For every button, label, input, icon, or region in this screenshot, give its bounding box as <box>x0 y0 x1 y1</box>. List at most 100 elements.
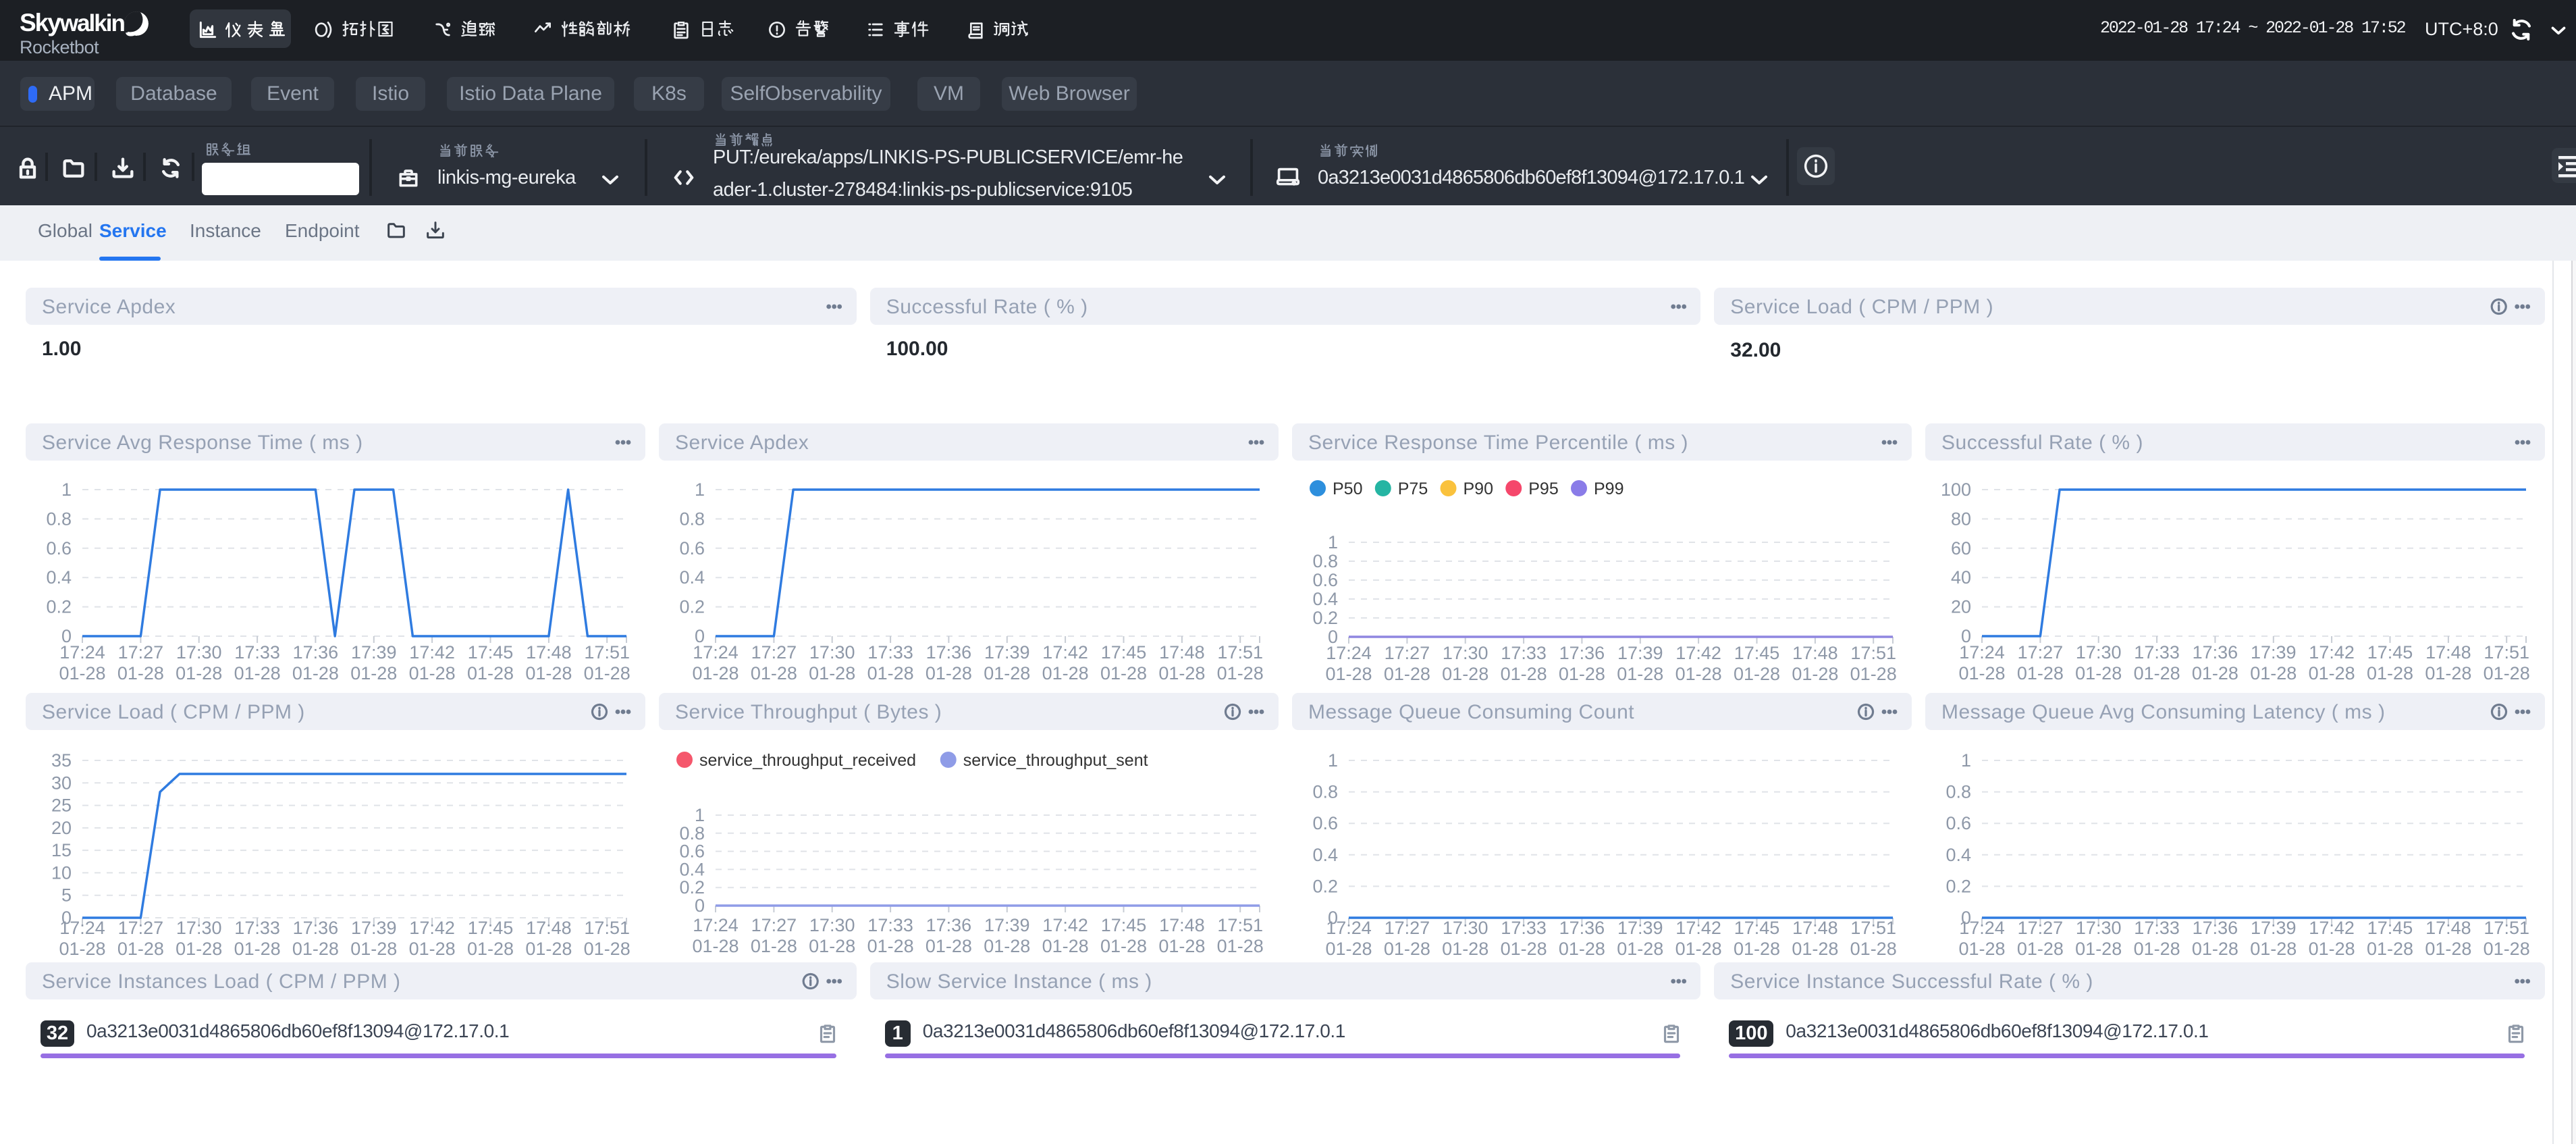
svg-text:17:33: 17:33 <box>234 918 280 938</box>
svg-text:01-28: 01-28 <box>1617 939 1663 959</box>
svg-text:0.8: 0.8 <box>679 823 705 843</box>
svg-text:01-28: 01-28 <box>1958 939 2005 959</box>
svg-text:01-28: 01-28 <box>1042 936 1089 956</box>
svg-text:0.2: 0.2 <box>1946 876 1971 896</box>
svg-text:17:30: 17:30 <box>2076 642 2122 662</box>
svg-text:01-28: 01-28 <box>1158 663 1205 683</box>
svg-text:0.6: 0.6 <box>679 841 705 862</box>
svg-text:0.6: 0.6 <box>46 538 72 558</box>
svg-text:17:33: 17:33 <box>2134 918 2180 938</box>
svg-text:17:42: 17:42 <box>1042 642 1088 662</box>
svg-text:17:48: 17:48 <box>526 918 572 938</box>
svg-text:service_throughput_sent: service_throughput_sent <box>963 751 1148 770</box>
svg-text:17:24: 17:24 <box>59 918 105 938</box>
svg-text:01-28: 01-28 <box>1734 664 1780 684</box>
svg-text:80: 80 <box>1951 509 1971 529</box>
svg-text:1: 1 <box>1328 750 1338 771</box>
svg-text:01-28: 01-28 <box>1501 664 1547 684</box>
svg-text:17:36: 17:36 <box>293 918 339 938</box>
svg-text:01-28: 01-28 <box>350 663 397 683</box>
svg-text:01-28: 01-28 <box>1217 663 1264 683</box>
svg-text:5: 5 <box>61 885 72 906</box>
svg-text:01-28: 01-28 <box>692 663 739 683</box>
svg-text:40: 40 <box>1951 567 1971 588</box>
svg-text:17:27: 17:27 <box>1385 918 1430 938</box>
svg-text:01-28: 01-28 <box>1384 664 1430 684</box>
svg-text:17:42: 17:42 <box>409 642 455 662</box>
svg-text:17:42: 17:42 <box>409 918 455 938</box>
svg-text:17:39: 17:39 <box>351 642 397 662</box>
svg-text:17:45: 17:45 <box>468 642 514 662</box>
svg-text:0.8: 0.8 <box>46 509 72 529</box>
svg-text:17:33: 17:33 <box>867 642 913 662</box>
svg-text:17:48: 17:48 <box>1159 915 1205 935</box>
svg-text:1: 1 <box>1328 532 1338 552</box>
svg-text:0.4: 0.4 <box>1312 845 1338 865</box>
svg-text:17:27: 17:27 <box>118 918 164 938</box>
svg-text:17:39: 17:39 <box>2251 642 2297 662</box>
svg-text:01-28: 01-28 <box>1042 663 1089 683</box>
svg-text:01-28: 01-28 <box>525 939 572 959</box>
svg-text:01-28: 01-28 <box>1384 939 1430 959</box>
svg-text:01-28: 01-28 <box>2250 939 2297 959</box>
svg-text:01-28: 01-28 <box>809 663 855 683</box>
svg-text:17:24: 17:24 <box>693 642 739 662</box>
svg-text:17:51: 17:51 <box>584 918 630 938</box>
svg-text:0.6: 0.6 <box>1946 813 1971 833</box>
svg-text:17:51: 17:51 <box>584 642 630 662</box>
svg-text:17:39: 17:39 <box>984 915 1030 935</box>
svg-text:17:36: 17:36 <box>1559 643 1605 663</box>
svg-text:01-28: 01-28 <box>2075 663 2122 683</box>
svg-text:1: 1 <box>695 479 705 500</box>
svg-text:01-28: 01-28 <box>1792 939 1838 959</box>
svg-text:0.6: 0.6 <box>1312 570 1338 590</box>
svg-text:17:51: 17:51 <box>1217 642 1263 662</box>
svg-text:17:39: 17:39 <box>984 642 1030 662</box>
svg-text:17:42: 17:42 <box>1675 918 1721 938</box>
svg-text:1: 1 <box>695 805 705 825</box>
svg-text:P90: P90 <box>1464 479 1493 498</box>
svg-text:01-28: 01-28 <box>751 663 797 683</box>
svg-text:17:24: 17:24 <box>693 915 739 935</box>
svg-text:01-28: 01-28 <box>584 663 630 683</box>
svg-text:01-28: 01-28 <box>2367 663 2413 683</box>
svg-text:17:36: 17:36 <box>2193 918 2238 938</box>
svg-text:0.4: 0.4 <box>46 567 72 588</box>
svg-text:01-28: 01-28 <box>525 663 572 683</box>
svg-text:17:27: 17:27 <box>2018 918 2064 938</box>
svg-text:01-28: 01-28 <box>234 663 281 683</box>
svg-text:17:45: 17:45 <box>468 918 514 938</box>
svg-text:01-28: 01-28 <box>2309 939 2355 959</box>
svg-text:17:51: 17:51 <box>1850 643 1896 663</box>
svg-text:17:45: 17:45 <box>1101 642 1147 662</box>
svg-text:01-28: 01-28 <box>2192 939 2238 959</box>
svg-text:17:48: 17:48 <box>2425 642 2471 662</box>
svg-text:17:33: 17:33 <box>2134 642 2180 662</box>
svg-text:01-28: 01-28 <box>234 939 281 959</box>
svg-text:17:45: 17:45 <box>1734 643 1780 663</box>
svg-text:01-28: 01-28 <box>809 936 855 956</box>
svg-text:17:39: 17:39 <box>2251 918 2297 938</box>
svg-text:01-28: 01-28 <box>1675 939 1722 959</box>
svg-text:17:33: 17:33 <box>234 642 280 662</box>
svg-text:01-28: 01-28 <box>59 939 105 959</box>
svg-text:0.4: 0.4 <box>1312 589 1338 609</box>
svg-text:01-28: 01-28 <box>2425 663 2471 683</box>
svg-text:0.2: 0.2 <box>679 597 705 617</box>
svg-text:01-28: 01-28 <box>1217 936 1264 956</box>
svg-text:01-28: 01-28 <box>2134 939 2180 959</box>
svg-text:01-28: 01-28 <box>1501 939 1547 959</box>
svg-text:17:36: 17:36 <box>2193 642 2238 662</box>
svg-text:17:42: 17:42 <box>1675 643 1721 663</box>
svg-text:17:30: 17:30 <box>1443 643 1488 663</box>
svg-text:01-28: 01-28 <box>1325 939 1372 959</box>
svg-text:01-28: 01-28 <box>2192 663 2238 683</box>
svg-text:17:33: 17:33 <box>1501 643 1547 663</box>
svg-text:0.6: 0.6 <box>1312 813 1338 833</box>
svg-text:01-28: 01-28 <box>1850 939 1897 959</box>
svg-text:01-28: 01-28 <box>1158 936 1205 956</box>
svg-text:0.6: 0.6 <box>679 538 705 558</box>
svg-text:100: 100 <box>1941 479 1971 500</box>
svg-text:0: 0 <box>695 895 705 916</box>
svg-text:01-28: 01-28 <box>467 939 514 959</box>
